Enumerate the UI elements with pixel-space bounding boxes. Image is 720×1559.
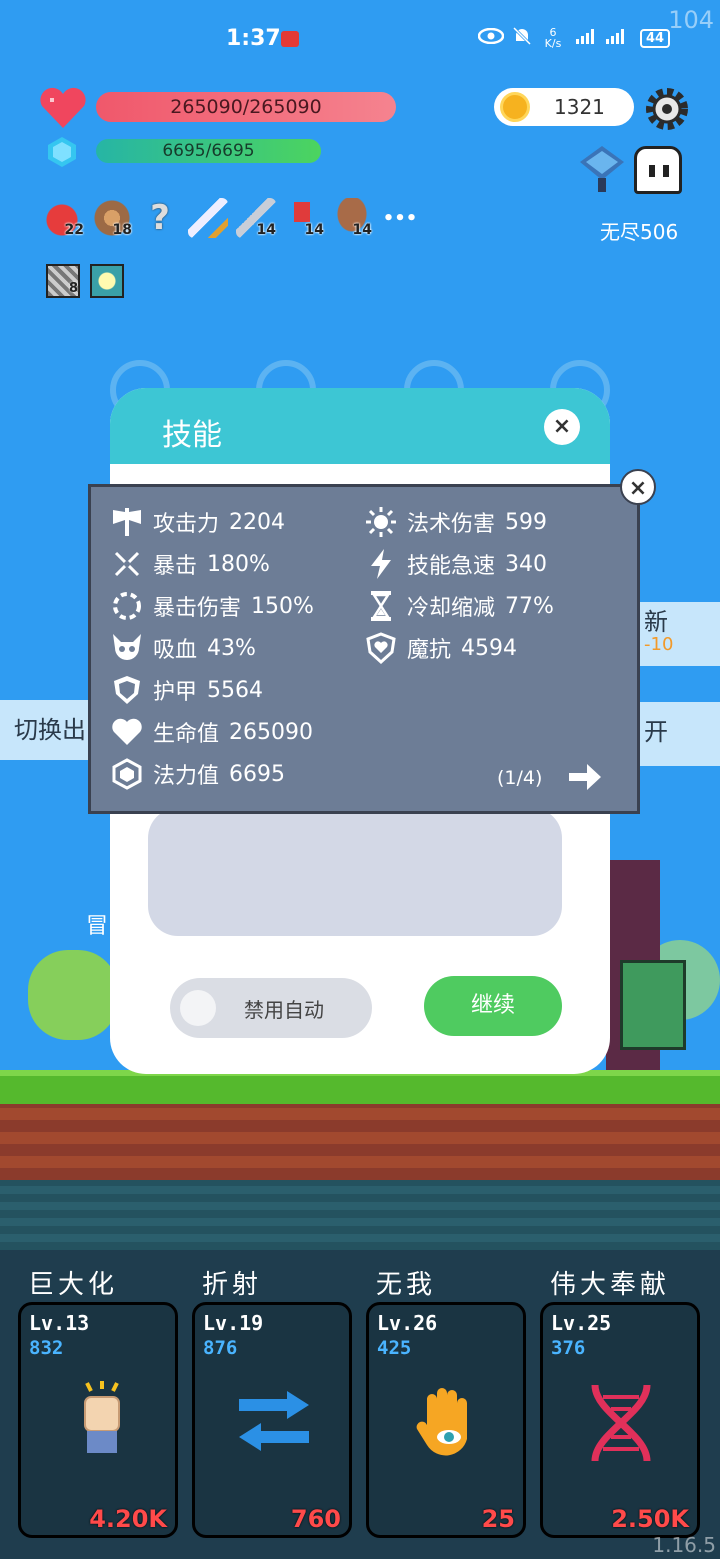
sun-icon (365, 506, 397, 538)
fist-icon (77, 1381, 127, 1465)
skill-card[interactable]: Lv.13 832 4.20K (18, 1302, 178, 1538)
sword-icon[interactable] (188, 198, 228, 238)
ground-grass (0, 1070, 720, 1104)
stat-row: 吸血 43% (111, 627, 314, 669)
status-time: 1:37 (226, 26, 281, 51)
heart-icon (111, 716, 143, 748)
stat-row: 暴击伤害 150% (111, 585, 314, 627)
stats-panel: 攻击力 2204 暴击 180% 暴击伤害 150% 吸血 43% 护甲 5564 生命值… (88, 484, 640, 814)
next-page-arrow-icon[interactable] (567, 761, 603, 797)
heart-icon (38, 86, 88, 134)
tree (28, 950, 118, 1040)
stat-row: 暴击 180% (111, 543, 314, 585)
mana-crystal-icon (46, 136, 78, 172)
skill-value: 425 (377, 1337, 412, 1359)
stats-close-button[interactable]: × (620, 469, 656, 505)
toggle-knob (180, 990, 216, 1026)
stats-right-column: 法术伤害 599 技能急速 340 冷却缩减 77% 魔抗 4594 (365, 501, 554, 669)
crit-damage-icon (111, 590, 143, 622)
skill-value: 876 (203, 1337, 238, 1359)
fps-counter: 104 (668, 6, 714, 34)
battery-level: 44 (640, 28, 671, 48)
skill-card[interactable]: Lv.26 425 25 (366, 1302, 526, 1538)
coin-icon (500, 92, 530, 122)
stat-row: 护甲 5564 (111, 669, 314, 711)
stat-row: 攻击力 2204 (111, 501, 314, 543)
eye-hand-icon (413, 1385, 483, 1469)
stats-left-column: 攻击力 2204 暴击 180% 暴击伤害 150% 吸血 43% 护甲 5564 生命值… (111, 501, 314, 795)
net-speed: 6 K/s (544, 26, 562, 50)
crit-icon (111, 548, 143, 580)
inventory-row2: 8 (46, 264, 124, 298)
switch-tab[interactable]: 切换出 (0, 700, 100, 760)
apple-icon[interactable]: 22 (44, 198, 84, 238)
shield-icon[interactable]: 18 (92, 198, 132, 238)
door-icon[interactable]: 14 (332, 198, 372, 238)
swap-arrows-icon (237, 1389, 311, 1457)
dialog-title: 技能 (162, 418, 222, 453)
ground-dirt (0, 1104, 720, 1180)
skill-level: Lv.26 (377, 1311, 438, 1335)
hp-bar: 265090/265090 (96, 92, 396, 122)
continue-button[interactable]: 继续 (424, 976, 562, 1036)
endless-stage: 无尽506 (600, 220, 679, 244)
disable-auto-toggle[interactable]: 禁用自动 (170, 978, 372, 1038)
shop-sign-icon[interactable] (576, 144, 628, 198)
signal-icon (574, 27, 632, 49)
stat-row: 冷却缩减 77% (365, 585, 554, 627)
skill-name: 巨大化 (28, 1270, 119, 1300)
skill-name: 折射 (202, 1270, 263, 1300)
skill-card[interactable]: Lv.19 876 760 (192, 1302, 352, 1538)
armor-icon (111, 674, 143, 706)
more-items-icon[interactable]: ••• (380, 198, 420, 238)
bolt-icon (365, 548, 397, 580)
stat-row: 魔抗 4594 (365, 627, 554, 669)
hook-icon[interactable]: ? (140, 198, 180, 238)
skill-level: Lv.13 (29, 1311, 90, 1335)
skill-level: Lv.19 (203, 1311, 264, 1335)
version-label: 1.16.5 (652, 1533, 716, 1557)
toggle-label: 禁用自动 (244, 998, 324, 1022)
skill-name: 无我 (376, 1270, 437, 1300)
lifesteal-icon (111, 632, 143, 664)
water (0, 1180, 720, 1250)
enemy-zombie (620, 960, 686, 1050)
skill-cost: 2.50K (611, 1505, 689, 1533)
card-item-icon[interactable]: 8 (46, 264, 80, 298)
stat-row: 法力值 6695 (111, 753, 314, 795)
eye-icon (477, 27, 505, 48)
stat-row: 法术伤害 599 (365, 501, 554, 543)
dna-icon (589, 1383, 653, 1467)
mute-bell-icon (512, 26, 532, 50)
skill-card[interactable]: Lv.25 376 2.50K (540, 1302, 700, 1538)
skill-cost: 25 (481, 1505, 515, 1533)
mana-icon (111, 758, 143, 790)
skill-description-box (148, 808, 562, 936)
ghost-pet-icon[interactable] (634, 146, 682, 194)
stat-row: 技能急速 340 (365, 543, 554, 585)
inventory-bar: 22 18 ? 14 14 14 ••• (44, 198, 420, 238)
skill-level: Lv.25 (551, 1311, 612, 1335)
skill-value: 376 (551, 1337, 586, 1359)
greatsword-icon[interactable]: 14 (236, 198, 276, 238)
app-notification-icon (281, 31, 299, 47)
status-icons: 6 K/s 44 (477, 26, 671, 50)
bulb-item-icon[interactable] (90, 264, 124, 298)
skill-value: 832 (29, 1337, 64, 1359)
adventurer-label: 冒 (86, 914, 109, 939)
magic-shield-icon (365, 632, 397, 664)
boot-icon[interactable]: 14 (284, 198, 324, 238)
mp-bar: 6695/6695 (96, 139, 321, 163)
stat-row: 生命值 265090 (111, 711, 314, 753)
skill-cost: 760 (290, 1505, 341, 1533)
dialog-close-button[interactable]: × (544, 409, 580, 445)
axe-icon (111, 506, 143, 538)
settings-gear-icon[interactable] (646, 88, 688, 134)
hourglass-icon (365, 590, 397, 622)
skill-name: 伟大奉献 (550, 1270, 671, 1300)
skill-cost: 4.20K (89, 1505, 167, 1533)
stats-page-indicator: (1/4) (497, 767, 543, 789)
